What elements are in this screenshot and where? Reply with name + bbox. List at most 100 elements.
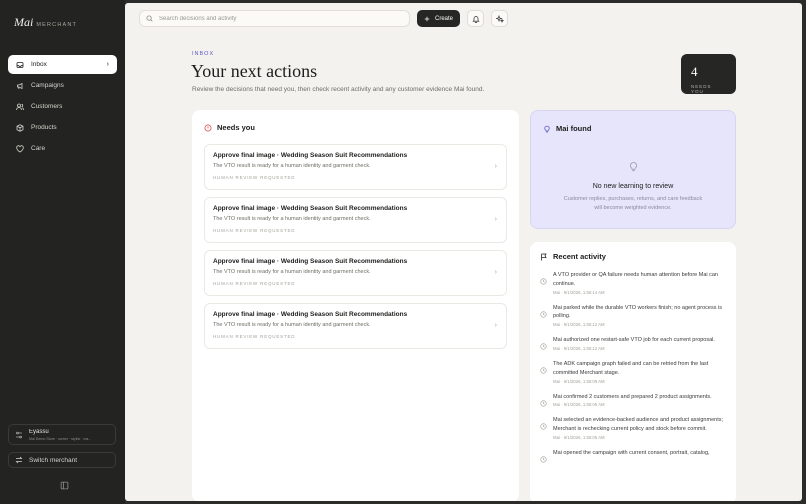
chevron-right-icon: › — [494, 322, 497, 329]
activity-time: Mai · 9/1/2026, 1:55:05 AM — [553, 402, 605, 408]
empty-state-title: No new learning to review — [592, 183, 674, 190]
chevron-right-icon: › — [494, 269, 497, 276]
main-content: Create INBOX Your next actions Review th… — [125, 3, 802, 501]
page-subtitle: Review the decisions that need you, then… — [192, 86, 485, 93]
heart-icon — [16, 144, 24, 153]
task-description: The VTO result is ready for a human iden… — [213, 269, 371, 275]
clock-icon — [540, 337, 547, 350]
task-card[interactable]: Approve final image · Wedding Season Sui… — [204, 197, 507, 243]
needs-you-count-card: 4 NEEDS YOU — [681, 54, 736, 94]
activity-text: Mai opened the campaign with current con… — [553, 449, 710, 456]
activity-time: Mai · 9/1/2026, 1:55:12 AM — [553, 322, 605, 328]
top-bar: Create — [125, 3, 802, 34]
create-button[interactable]: Create — [417, 10, 461, 27]
sidebar-item-care[interactable]: Care — [8, 139, 117, 158]
sidebar-toggle-icon[interactable] — [60, 477, 69, 490]
needs-you-count-label: NEEDS YOU — [691, 84, 712, 94]
user-role: Mai Demo Store · owner · stylist · ma... — [29, 436, 92, 441]
task-description: The VTO result is ready for a human iden… — [213, 163, 371, 169]
page-title: Your next actions — [191, 61, 318, 81]
notifications-button[interactable] — [467, 10, 485, 27]
sparkles-icon — [495, 14, 504, 23]
needs-you-panel: Needs you Approve final image · Wedding … — [192, 110, 519, 501]
activity-time: Mai · 9/1/2026, 1:55:05 AM — [553, 434, 605, 440]
clock-icon — [540, 450, 547, 463]
empty-state-description: Customer replies, purchases, returns, an… — [563, 196, 703, 211]
activity-item: Mai parked while the durable VTO workers… — [540, 304, 726, 328]
chevron-right-icon: › — [494, 216, 497, 223]
clock-icon — [540, 417, 547, 430]
task-tag: HUMAN REVIEW REQUESTED — [213, 228, 296, 233]
lightbulb-icon — [628, 161, 639, 172]
task-card[interactable]: Approve final image · Wedding Season Sui… — [204, 303, 507, 349]
sidebar-item-label: Campaigns — [31, 82, 64, 89]
sidebar-item-label: Inbox — [31, 61, 47, 68]
sidebar-item-label: Care — [31, 145, 46, 152]
switch-merchant-label: Switch merchant — [29, 456, 78, 464]
search-box[interactable] — [139, 10, 410, 27]
activity-text: Mai authorized one restart-safe VTO job … — [553, 337, 715, 344]
task-description: The VTO result is ready for a human iden… — [213, 322, 371, 328]
current-user[interactable]: Eyassu Mai Demo Store · owner · stylist … — [8, 424, 116, 445]
sidebar-item-customers[interactable]: Customers — [8, 97, 117, 116]
activity-item: Mai authorized one restart-safe VTO job … — [540, 336, 726, 351]
recent-activity-title: Recent activity — [553, 252, 606, 261]
task-title: Approve final image · Wedding Season Sui… — [213, 152, 408, 159]
plus-icon — [424, 16, 430, 22]
megaphone-icon — [16, 82, 24, 90]
activity-text: Mai confirmed 2 customers and prepared 2… — [553, 393, 712, 400]
search-input[interactable] — [159, 15, 403, 22]
sidebar-item-campaigns[interactable]: Campaigns — [8, 76, 117, 95]
box-icon — [16, 123, 24, 132]
task-list: Approve final image · Wedding Season Sui… — [204, 144, 507, 349]
chevron-right-icon: › — [494, 163, 497, 170]
inbox-icon — [16, 61, 24, 69]
lightbulb-icon — [543, 125, 551, 133]
activity-text: The ADK campaign graph failed and can be… — [553, 360, 709, 376]
brand-logo: Mai — [14, 15, 34, 29]
users-icon — [16, 103, 24, 111]
activity-item: The ADK campaign graph failed and can be… — [540, 360, 726, 384]
sidebar-item-inbox[interactable]: Inbox › — [8, 55, 117, 74]
assistant-button[interactable] — [491, 10, 509, 27]
task-tag: HUMAN REVIEW REQUESTED — [213, 281, 296, 286]
mai-found-title: Mai found — [556, 124, 592, 133]
flag-icon — [540, 253, 548, 261]
recent-activity-panel: Recent activity A VTO provider or QA fai… — [530, 242, 736, 501]
activity-item: Mai confirmed 2 customers and prepared 2… — [540, 393, 726, 408]
swap-icon — [15, 456, 23, 464]
create-label: Create — [435, 15, 454, 22]
task-description: The VTO result is ready for a human iden… — [213, 216, 371, 222]
sliders-icon — [15, 431, 23, 439]
recent-activity-header: Recent activity — [540, 252, 726, 261]
task-title: Approve final image · Wedding Season Sui… — [213, 258, 408, 265]
mai-found-empty-state: No new learning to review Customer repli… — [543, 159, 723, 213]
activity-text: Mai selected an evidence-backed audience… — [553, 417, 723, 433]
sidebar-item-label: Customers — [31, 103, 63, 110]
sidebar: Mai MERCHANT Inbox › Campaigns Customers — [0, 0, 125, 504]
activity-time: Mai · 9/1/2026, 1:56:14 AM — [553, 289, 605, 295]
chevron-right-icon: › — [106, 61, 109, 68]
clock-icon — [540, 361, 547, 374]
bell-icon — [471, 15, 480, 23]
activity-list: A VTO provider or QA failure needs human… — [540, 271, 726, 463]
activity-text: Mai parked while the durable VTO workers… — [553, 304, 722, 320]
search-icon — [146, 15, 153, 22]
sidebar-item-products[interactable]: Products — [8, 118, 117, 137]
sidebar-nav: Inbox › Campaigns Customers Products Car… — [8, 55, 117, 158]
user-text: Eyassu Mai Demo Store · owner · stylist … — [29, 429, 91, 441]
activity-item: Mai opened the campaign with current con… — [540, 449, 726, 463]
activity-time: Mai · 9/1/2026, 1:55:09 AM — [553, 378, 605, 384]
brand-subtitle: MERCHANT — [36, 22, 78, 28]
clock-icon — [540, 394, 547, 407]
activity-item: Mai selected an evidence-backed audience… — [540, 416, 726, 440]
brand[interactable]: Mai MERCHANT — [8, 10, 117, 42]
activity-item: A VTO provider or QA failure needs human… — [540, 271, 726, 295]
alert-circle-icon — [204, 124, 212, 132]
task-card[interactable]: Approve final image · Wedding Season Sui… — [204, 144, 507, 190]
clock-icon — [540, 272, 547, 285]
task-card[interactable]: Approve final image · Wedding Season Sui… — [204, 250, 507, 296]
sidebar-item-label: Products — [31, 124, 57, 131]
switch-merchant-button[interactable]: Switch merchant — [8, 452, 116, 468]
mai-found-panel: Mai found No new learning to review Cust… — [530, 110, 736, 229]
